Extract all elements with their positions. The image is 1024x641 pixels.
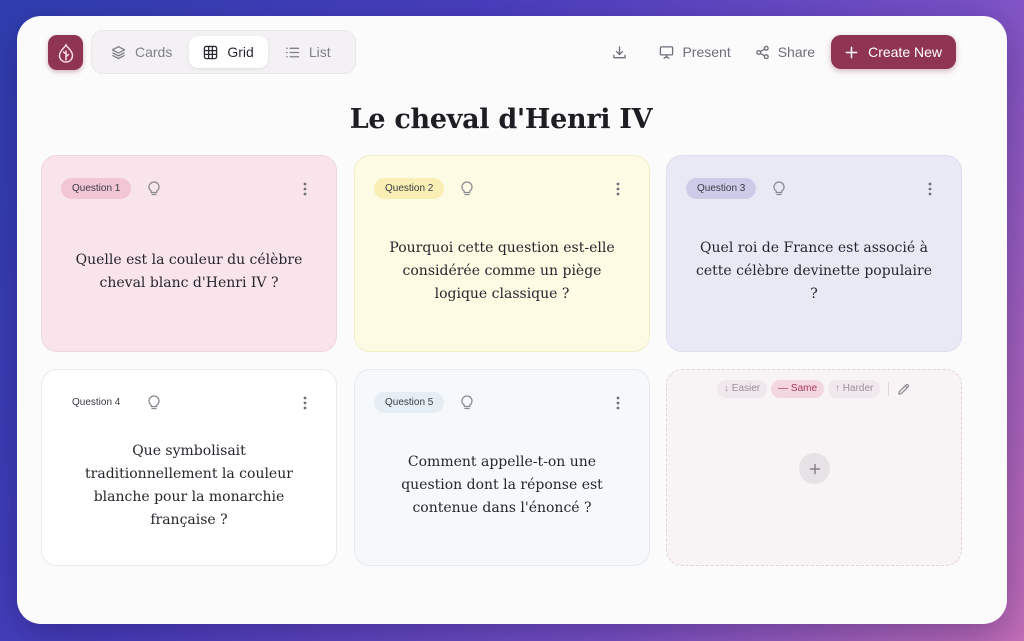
question-text: Pourquoi cette question est-elle considé… (389, 240, 615, 302)
create-new-button[interactable]: Create New (831, 35, 956, 69)
app-window: Cards Grid List Present Share Create New… (17, 16, 1007, 624)
question-text: Comment appelle-t-on une question dont l… (401, 454, 603, 516)
plus-icon (809, 463, 820, 474)
present-button[interactable]: Present (647, 35, 742, 69)
toolbar: Present Share Create New (600, 35, 956, 69)
question-text: Que symbolisait traditionnellement la co… (85, 442, 293, 528)
question-card-3[interactable]: Question 3 Quel roi de France est associ… (666, 155, 962, 352)
grid-icon (204, 45, 218, 59)
download-button[interactable] (600, 35, 647, 69)
tab-list-label: List (308, 44, 331, 60)
layers-icon (111, 45, 126, 59)
question-card-4[interactable]: Question 4 Que symbolisait traditionnell… (41, 369, 337, 566)
create-new-label: Create New (868, 44, 942, 60)
present-label: Present (682, 44, 731, 60)
view-switcher: Cards Grid List (91, 30, 356, 74)
add-question-card[interactable]: ↓ Easier — Same ↑ Harder (666, 369, 962, 566)
divider (888, 382, 890, 396)
share-label: Share (777, 44, 816, 60)
app-logo[interactable] (48, 35, 83, 70)
question-text: Quel roi de France est associé à cette c… (696, 240, 932, 302)
difficulty-easier-button[interactable]: ↓ Easier (717, 380, 768, 398)
tab-cards[interactable]: Cards (97, 36, 186, 68)
tab-cards-label: Cards (135, 44, 173, 60)
fig-logo-icon (58, 43, 73, 63)
question-card-1[interactable]: Question 1 Quelle est la couleur du célè… (41, 155, 337, 352)
difficulty-harder-button[interactable]: ↑ Harder (828, 380, 881, 398)
presentation-icon (660, 45, 674, 59)
share-button[interactable]: Share (743, 35, 827, 69)
download-icon (613, 45, 627, 58)
plus-icon (845, 46, 858, 58)
difficulty-same-button[interactable]: — Same (771, 380, 825, 398)
question-card-2[interactable]: Question 2 Pourquoi cette question est-e… (354, 155, 650, 352)
list-icon (285, 47, 300, 57)
pencil-icon[interactable] (897, 383, 910, 396)
tab-grid[interactable]: Grid (189, 36, 268, 68)
question-card-5[interactable]: Question 5 Comment appelle-t-on une ques… (354, 369, 650, 566)
tab-list[interactable]: List (271, 36, 345, 68)
share-icon (755, 45, 769, 59)
tab-grid-label: Grid (227, 44, 254, 60)
difficulty-selector: ↓ Easier — Same ↑ Harder (717, 380, 910, 398)
page-title: Le cheval d'Henri IV (349, 104, 653, 135)
question-text: Quelle est la couleur du célèbre cheval … (75, 251, 303, 291)
add-question-button[interactable] (799, 453, 830, 484)
